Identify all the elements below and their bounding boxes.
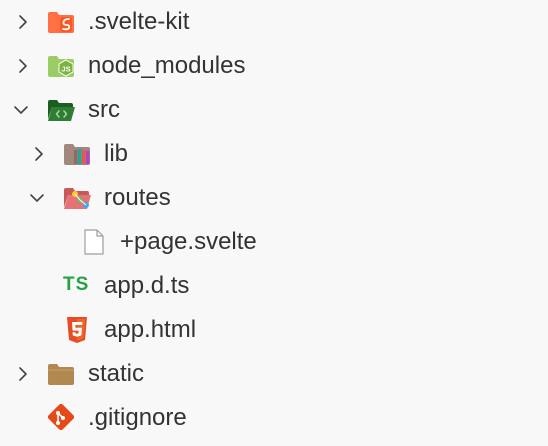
svg-text:JS: JS — [61, 65, 70, 74]
node-folder-icon: JS — [46, 52, 76, 80]
static-folder-icon — [46, 360, 76, 388]
tree-item-label: app.d.ts — [104, 272, 190, 299]
tree-item-label: static — [88, 360, 145, 387]
tree-item-label: .gitignore — [88, 404, 187, 431]
tree-item-gitignore[interactable]: .gitignore — [0, 396, 548, 440]
tree-item-label: app.html — [104, 316, 197, 343]
blank-file-icon — [78, 228, 108, 256]
tree-item-app-d-ts[interactable]: TS app.d.ts — [0, 264, 548, 308]
tree-item-page-svelte[interactable]: +page.svelte — [0, 220, 548, 264]
tree-item-label: lib — [104, 140, 129, 167]
tree-item-label: routes — [104, 184, 171, 211]
tree-item-svelte-kit[interactable]: .svelte-kit — [0, 0, 548, 44]
routes-folder-open-icon — [62, 184, 92, 212]
file-explorer-tree: .svelte-kit JS node_modules src lib rout… — [0, 0, 548, 446]
tree-item-src[interactable]: src — [0, 88, 548, 132]
chevron-right-icon[interactable] — [13, 56, 33, 76]
tree-item-node-modules[interactable]: JS node_modules — [0, 44, 548, 88]
tree-item-label: .svelte-kit — [88, 8, 190, 35]
chevron-down-icon[interactable] — [11, 100, 31, 120]
src-folder-open-icon — [46, 96, 76, 124]
typescript-file-icon: TS — [63, 274, 90, 295]
tree-item-app-html[interactable]: app.html — [0, 308, 548, 352]
chevron-down-icon[interactable] — [27, 188, 47, 208]
tree-item-label: src — [88, 96, 120, 123]
tree-item-routes[interactable]: routes — [0, 176, 548, 220]
tree-item-label: node_modules — [88, 52, 246, 79]
chevron-right-icon[interactable] — [13, 12, 33, 32]
tree-item-label: +page.svelte — [120, 228, 257, 255]
tree-item-static[interactable]: static — [0, 352, 548, 396]
chevron-right-icon[interactable] — [29, 144, 49, 164]
tree-item-lib[interactable]: lib — [0, 132, 548, 176]
chevron-right-icon[interactable] — [13, 364, 33, 384]
lib-folder-icon — [62, 140, 92, 168]
svelte-folder-icon — [46, 8, 76, 36]
html5-file-icon — [62, 316, 92, 344]
git-file-icon — [46, 404, 76, 432]
